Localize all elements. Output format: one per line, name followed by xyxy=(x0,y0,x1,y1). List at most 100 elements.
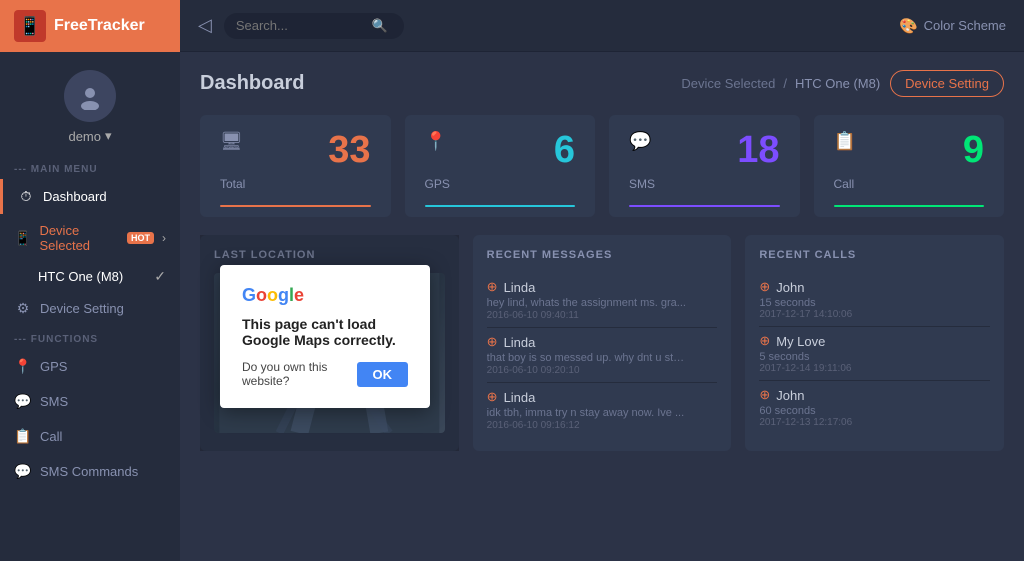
page-title: Dashboard xyxy=(200,72,304,95)
color-scheme-button[interactable]: 🎨 Color Scheme xyxy=(899,17,1006,35)
google-dialog-text: Do you own this website? xyxy=(242,360,357,388)
call-name: ⊕ My Love xyxy=(759,333,990,349)
stat-card-total: 🖥 33 Total xyxy=(200,115,391,217)
msg-text: that boy is so messed up. why dnt u sta.… xyxy=(487,352,687,364)
calls-list: ⊕ John 15 seconds 2017-12-17 14:10:06 ⊕ … xyxy=(759,273,990,434)
stat-header-sms: 💬 18 xyxy=(629,131,780,169)
call-item[interactable]: ⊕ My Love 5 seconds 2017-12-14 19:11:06 xyxy=(759,327,990,381)
stat-header-total: 🖥 33 xyxy=(220,131,371,169)
breadcrumb-device: HTC One (M8) xyxy=(795,76,880,91)
stat-bar-gps xyxy=(425,205,576,207)
dashboard-icon: ⏱ xyxy=(17,188,35,205)
stat-label-gps: GPS xyxy=(425,177,576,191)
messages-list: ⊕ Linda hey lind, whats the assignment m… xyxy=(487,273,718,437)
sidebar-item-device-setting[interactable]: ⚙ Device Setting xyxy=(0,291,180,326)
app-name: FreeTracker xyxy=(54,17,145,35)
stat-card-call: 📋 9 Call xyxy=(814,115,1005,217)
call-duration: 60 seconds xyxy=(759,405,990,417)
recent-messages-title: RECENT MESSAGES xyxy=(487,249,718,261)
stat-bar-sms xyxy=(629,205,780,207)
message-item[interactable]: ⊕ Linda idk tbh, imma try n stay away no… xyxy=(487,383,718,437)
msg-sender-icon: ⊕ xyxy=(487,334,498,350)
message-item[interactable]: ⊕ Linda hey lind, whats the assignment m… xyxy=(487,273,718,328)
back-button[interactable]: ◁ xyxy=(198,15,212,36)
sidebar-logo: 📱 FreeTracker xyxy=(0,0,180,52)
stat-header-call: 📋 9 xyxy=(834,131,985,169)
ok-button[interactable]: OK xyxy=(357,362,409,387)
google-maps-dialog: Google This page can't load Google Maps … xyxy=(220,265,430,408)
functions-label: --- FUNCTIONS xyxy=(0,326,180,349)
stat-header-gps: 📍 6 xyxy=(425,131,576,169)
recent-calls-title: RECENT CALLS xyxy=(759,249,990,261)
call-item[interactable]: ⊕ John 60 seconds 2017-12-13 12:17:06 xyxy=(759,381,990,434)
gps-icon: 📍 xyxy=(14,358,32,375)
stat-icon-call: 📋 xyxy=(834,131,856,152)
google-maps-dialog-overlay: Google This page can't load Google Maps … xyxy=(200,235,459,451)
sms-commands-icon: 💬 xyxy=(14,463,32,480)
msg-text: idk tbh, imma try n stay away now. Ive .… xyxy=(487,407,687,419)
breadcrumb-separator: / xyxy=(783,76,787,91)
stats-row: 🖥 33 Total 📍 6 GPS 💬 18 SMS 📋 9 Call xyxy=(200,115,1004,217)
topbar: ◁ 🔍 🎨 Color Scheme xyxy=(180,0,1024,52)
msg-sender: ⊕ Linda xyxy=(487,279,718,295)
call-name: ⊕ John xyxy=(759,387,990,403)
recent-calls-panel: RECENT CALLS ⊕ John 15 seconds 2017-12-1… xyxy=(745,235,1004,451)
main-content: ◁ 🔍 🎨 Color Scheme Dashboard Device Sele… xyxy=(180,0,1024,561)
stat-bar-total xyxy=(220,205,371,207)
call-duration: 5 seconds xyxy=(759,351,990,363)
google-dialog-row: Do you own this website? OK xyxy=(242,360,408,388)
chevron-right-icon: › xyxy=(162,231,166,245)
device-setting-icon: ⚙ xyxy=(14,300,32,317)
call-contact-icon: ⊕ xyxy=(759,387,770,403)
panels-row: LAST LOCATION Google xyxy=(200,235,1004,451)
device-setting-button[interactable]: Device Setting xyxy=(890,70,1004,97)
call-name: ⊕ John xyxy=(759,279,990,295)
profile-name: demo ▾ xyxy=(68,128,111,144)
google-dialog-title: This page can't load Google Maps correct… xyxy=(242,316,408,348)
search-input[interactable] xyxy=(236,18,366,33)
stat-icon-total: 🖥 xyxy=(220,131,243,152)
stat-label-total: Total xyxy=(220,177,371,191)
msg-sender: ⊕ Linda xyxy=(487,334,718,350)
call-item[interactable]: ⊕ John 15 seconds 2017-12-17 14:10:06 xyxy=(759,273,990,327)
msg-sender-icon: ⊕ xyxy=(487,389,498,405)
app-logo-icon: 📱 xyxy=(14,10,46,42)
call-contact-icon: ⊕ xyxy=(759,333,770,349)
stat-card-sms: 💬 18 SMS xyxy=(609,115,800,217)
check-icon: ✓ xyxy=(154,268,166,285)
sidebar-item-call[interactable]: 📋 Call xyxy=(0,419,180,454)
sidebar-item-htc-one[interactable]: HTC One (M8) ✓ xyxy=(0,262,180,291)
stat-number-sms: 18 xyxy=(737,131,779,169)
search-box: 🔍 xyxy=(224,13,404,39)
call-time: 2017-12-17 14:10:06 xyxy=(759,309,990,320)
call-time: 2017-12-13 12:17:06 xyxy=(759,417,990,428)
message-item[interactable]: ⊕ Linda that boy is so messed up. why dn… xyxy=(487,328,718,383)
sidebar-item-gps[interactable]: 📍 GPS xyxy=(0,349,180,384)
hot-badge: HOT xyxy=(127,232,154,244)
breadcrumb: Device Selected / HTC One (M8) xyxy=(681,76,880,91)
stat-label-sms: SMS xyxy=(629,177,780,191)
avatar xyxy=(64,70,116,122)
msg-time: 2016-06-10 09:20:10 xyxy=(487,365,718,376)
stat-number-gps: 6 xyxy=(554,131,575,169)
recent-messages-panel: RECENT MESSAGES ⊕ Linda hey lind, whats … xyxy=(473,235,732,451)
msg-sender: ⊕ Linda xyxy=(487,389,718,405)
sidebar-profile: demo ▾ xyxy=(0,52,180,156)
call-duration: 15 seconds xyxy=(759,297,990,309)
msg-time: 2016-06-10 09:40:11 xyxy=(487,310,718,321)
stat-icon-gps: 📍 xyxy=(425,131,447,152)
main-menu-label: --- MAIN MENU xyxy=(0,156,180,179)
last-location-panel: LAST LOCATION Google xyxy=(200,235,459,451)
stat-card-gps: 📍 6 GPS xyxy=(405,115,596,217)
call-contact-icon: ⊕ xyxy=(759,279,770,295)
search-icon: 🔍 xyxy=(372,18,388,34)
sidebar-item-dashboard[interactable]: ⏱ Dashboard xyxy=(0,179,180,214)
sidebar-item-sms[interactable]: 💬 SMS xyxy=(0,384,180,419)
stat-bar-call xyxy=(834,205,985,207)
sidebar-item-device-selected[interactable]: 📱 Device Selected HOT › xyxy=(0,214,180,262)
msg-time: 2016-06-10 09:16:12 xyxy=(487,420,718,431)
google-logo: Google xyxy=(242,285,408,306)
msg-sender-icon: ⊕ xyxy=(487,279,498,295)
sidebar-item-sms-commands[interactable]: 💬 SMS Commands xyxy=(0,454,180,489)
stat-number-call: 9 xyxy=(963,131,984,169)
